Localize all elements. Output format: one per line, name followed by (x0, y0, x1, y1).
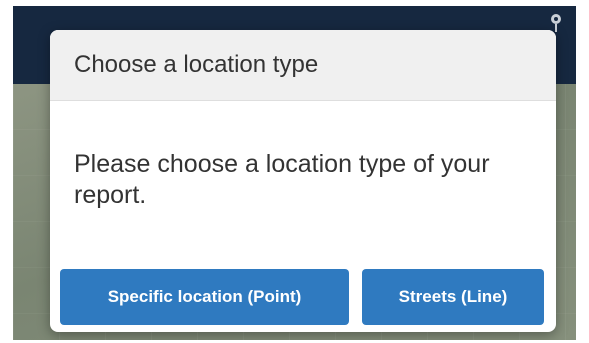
dialog-message: Please choose a location type of your re… (74, 150, 490, 209)
location-type-dialog: Choose a location type Please choose a l… (50, 30, 556, 332)
map-pin-icon (551, 14, 561, 32)
dialog-footer: Specific location (Point) Streets (Line) (50, 261, 556, 332)
dialog-title: Choose a location type (74, 51, 319, 78)
app-frame: Choose a location type Please choose a l… (13, 6, 576, 340)
streets-line-button[interactable]: Streets (Line) (362, 269, 544, 325)
specific-location-point-button[interactable]: Specific location (Point) (60, 269, 349, 325)
dialog-body: Please choose a location type of your re… (50, 101, 556, 261)
dialog-header: Choose a location type (50, 30, 556, 101)
